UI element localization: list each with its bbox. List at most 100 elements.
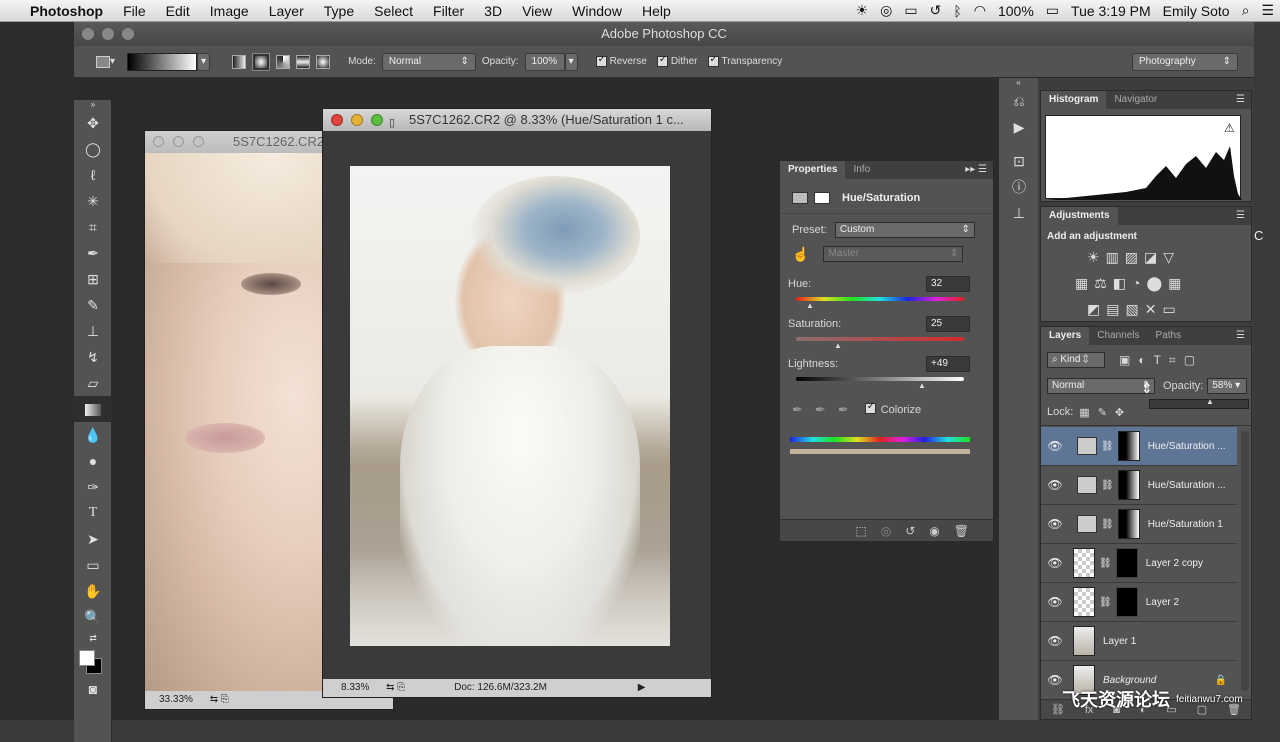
history-brush-tool-icon[interactable]: ↯ bbox=[74, 344, 112, 370]
lock-transparent-icon[interactable]: ▦ bbox=[1079, 407, 1097, 419]
layer-mask-thumbnail[interactable] bbox=[1117, 431, 1140, 461]
opacity-input[interactable]: 100% ▾ bbox=[524, 52, 578, 71]
chain-link-icon[interactable]: ⛓ bbox=[1101, 441, 1114, 452]
color-balance-icon[interactable]: ⚖ bbox=[1094, 275, 1113, 291]
linear-gradient-button[interactable] bbox=[232, 54, 247, 69]
pen-tool-icon[interactable]: ✑ bbox=[74, 474, 112, 500]
zoom-window-button[interactable] bbox=[122, 28, 134, 40]
color-lookup-icon[interactable]: ▦ bbox=[1168, 275, 1187, 291]
bluetooth-icon[interactable]: ᛒ bbox=[947, 3, 967, 19]
transparency-checkbox[interactable]: Transparency bbox=[707, 54, 782, 67]
color-swatches[interactable] bbox=[74, 646, 112, 676]
tab-channels[interactable]: Channels bbox=[1089, 327, 1147, 345]
menu-view[interactable]: View bbox=[512, 3, 562, 19]
crop-tool-icon[interactable]: ⌗ bbox=[74, 214, 112, 240]
gradient-tool-preset-icon[interactable]: ▾ bbox=[96, 55, 115, 68]
trash-icon[interactable]: 🗑 bbox=[954, 524, 969, 538]
reset-icon[interactable]: ↺ bbox=[905, 524, 915, 538]
curves-icon[interactable]: ▨ bbox=[1125, 249, 1144, 265]
minimize-window-button[interactable] bbox=[102, 28, 114, 40]
chain-link-icon[interactable]: ⛓ bbox=[1101, 519, 1114, 530]
saturation-slider-track[interactable] bbox=[796, 337, 964, 341]
move-tool-icon[interactable]: ✥ bbox=[74, 110, 112, 136]
battery-percent[interactable]: 100% bbox=[992, 3, 1040, 19]
visibility-eye-icon[interactable]: 👁 bbox=[1041, 556, 1069, 570]
angle-gradient-button[interactable] bbox=[276, 54, 291, 69]
tab-info[interactable]: Info bbox=[845, 161, 878, 179]
filter-kind-select[interactable]: ⌕ Kind ⇕ bbox=[1047, 352, 1105, 368]
levels-icon[interactable]: ▥ bbox=[1106, 249, 1125, 265]
layer-row[interactable]: 👁 ⛓ Layer 2 copy bbox=[1041, 544, 1237, 583]
layer-mask-thumbnail[interactable] bbox=[1115, 587, 1138, 617]
layer-name[interactable]: Hue/Saturation ... bbox=[1148, 441, 1226, 452]
layer-mask-thumbnail[interactable] bbox=[1115, 548, 1138, 578]
saturation-slider-thumb[interactable]: ▲ bbox=[834, 341, 842, 350]
hue-slider-thumb[interactable]: ▲ bbox=[806, 301, 814, 310]
menu-image[interactable]: Image bbox=[200, 3, 259, 19]
lock-position-icon[interactable]: ✥ bbox=[1115, 407, 1132, 419]
diamond-gradient-button[interactable] bbox=[316, 54, 331, 69]
quick-mask-icon[interactable]: ◙ bbox=[74, 676, 112, 702]
layer-mask-thumbnail[interactable] bbox=[1117, 509, 1140, 539]
zoom-level[interactable]: 8.33% bbox=[341, 682, 369, 693]
visibility-eye-icon[interactable]: 👁 bbox=[1041, 478, 1069, 492]
doc-zoom-button[interactable] bbox=[371, 114, 383, 126]
mode-select[interactable]: Normal ⇕ bbox=[381, 52, 476, 71]
saturation-input[interactable]: 25 bbox=[926, 316, 970, 332]
lightness-slider-thumb[interactable]: ▲ bbox=[918, 381, 926, 390]
channel-select[interactable]: Master ⇕ bbox=[823, 246, 964, 262]
tab-adjustments[interactable]: Adjustments bbox=[1041, 207, 1118, 225]
visibility-eye-icon[interactable]: 👁 bbox=[1041, 634, 1069, 648]
sync-icon[interactable]: ◎ bbox=[874, 2, 898, 19]
posterize-icon[interactable]: ▤ bbox=[1106, 301, 1125, 317]
clip-to-layer-icon[interactable]: ⬚ bbox=[855, 524, 866, 538]
notification-list-icon[interactable]: ☰ bbox=[1255, 2, 1280, 19]
layer-name[interactable]: Hue/Saturation ... bbox=[1148, 480, 1226, 491]
user-name[interactable]: Emily Soto bbox=[1157, 3, 1236, 19]
panel-menu-icon[interactable]: ▸▸ ☰ bbox=[959, 161, 993, 179]
view-previous-state-icon[interactable]: ◎ bbox=[881, 524, 891, 538]
foreground-color-swatch[interactable] bbox=[79, 650, 95, 666]
brightness-icon[interactable]: ☀ bbox=[850, 2, 875, 19]
lightness-slider-track[interactable] bbox=[796, 377, 964, 381]
hue-input[interactable]: 32 bbox=[926, 276, 970, 292]
panel-menu-icon[interactable]: ☰ bbox=[1230, 327, 1251, 345]
strip-collapse-icon[interactable]: « bbox=[999, 78, 1038, 88]
actions-play-icon[interactable]: ▶ bbox=[999, 114, 1039, 140]
layer-mask-thumbnail[interactable] bbox=[1117, 470, 1140, 500]
layers-scrollbar[interactable] bbox=[1241, 431, 1249, 691]
layer-opacity-input[interactable]: 58% ▾ bbox=[1207, 378, 1248, 394]
menu-app-name[interactable]: Photoshop bbox=[20, 3, 113, 19]
layer-row[interactable]: 👁 ⛓ Layer 2 bbox=[1041, 583, 1237, 622]
adjustment-filter-icon[interactable]: ◐ bbox=[1138, 353, 1153, 367]
visibility-eye-icon[interactable]: 👁 bbox=[1041, 595, 1069, 609]
tab-navigator[interactable]: Navigator bbox=[1106, 91, 1165, 109]
gradient-picker[interactable]: ▾ bbox=[127, 52, 211, 71]
type-tool-icon[interactable]: T bbox=[74, 500, 112, 526]
layer-row[interactable]: 👁 ⛓ Hue/Saturation ... bbox=[1041, 466, 1237, 505]
layer-name[interactable]: Layer 2 bbox=[1146, 597, 1179, 608]
reflected-gradient-button[interactable] bbox=[296, 54, 311, 69]
blend-mode-select[interactable]: Normal ⇕ bbox=[1047, 378, 1155, 394]
layer-row[interactable]: 👁 ⛓ Hue/Saturation ... bbox=[1041, 427, 1237, 466]
chain-link-icon[interactable]: ⛓ bbox=[1099, 597, 1112, 608]
info-panel-icon[interactable]: ⓘ bbox=[999, 174, 1039, 200]
visibility-eye-icon[interactable]: ◉ bbox=[929, 524, 939, 538]
tab-layers[interactable]: Layers bbox=[1041, 327, 1090, 345]
layer-thumbnail[interactable] bbox=[1073, 548, 1095, 578]
history-panel-icon[interactable]: ⎌ bbox=[999, 88, 1039, 114]
zoom-level[interactable]: 33.33% bbox=[159, 694, 193, 705]
battery-icon[interactable]: ▭ bbox=[1040, 2, 1065, 19]
gradient-map-icon[interactable]: ▭ bbox=[1162, 301, 1181, 317]
spot-healing-brush-icon[interactable]: ⊞ bbox=[74, 266, 112, 292]
menu-help[interactable]: Help bbox=[632, 3, 681, 19]
brush-tool-icon[interactable]: ✎ bbox=[74, 292, 112, 318]
elliptical-marquee-tool-icon[interactable]: ◯ bbox=[74, 136, 112, 162]
photo-canvas[interactable] bbox=[350, 166, 670, 646]
tab-properties[interactable]: Properties bbox=[780, 161, 846, 179]
dither-checkbox[interactable]: Dither bbox=[656, 54, 698, 67]
airplay-icon[interactable]: ▭ bbox=[898, 2, 923, 19]
status-share-icon[interactable]: ⇆ ⎘ bbox=[210, 694, 229, 705]
shape-filter-icon[interactable]: ⌗ bbox=[1169, 353, 1184, 367]
menu-edit[interactable]: Edit bbox=[156, 3, 200, 19]
